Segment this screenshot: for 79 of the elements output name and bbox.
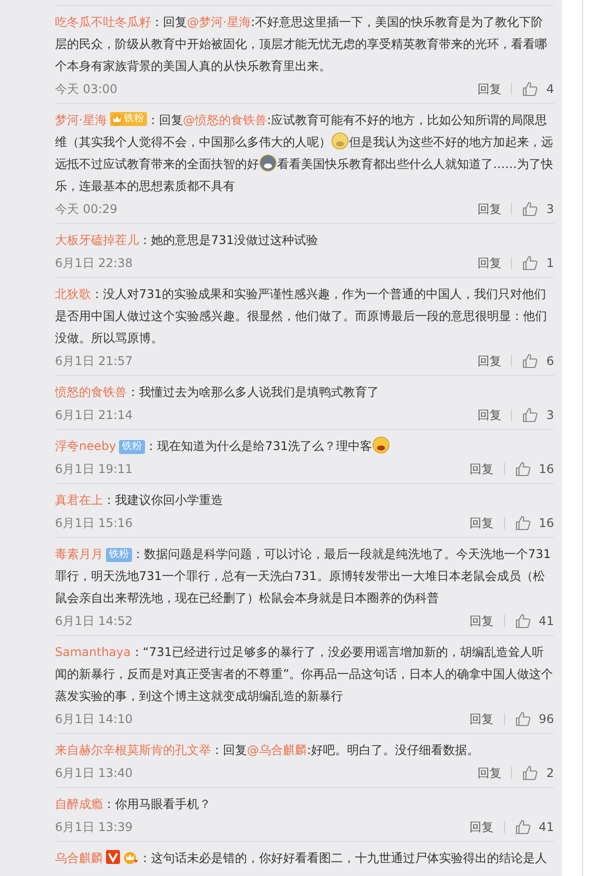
reply-link[interactable]: 回复 [470, 463, 505, 475]
thumbs-up-icon[interactable] [514, 613, 531, 629]
mention-link[interactable]: @乌合麒麟 [247, 743, 307, 757]
username-link[interactable]: 大板牙磕掉茬儿 [55, 233, 139, 247]
username-link[interactable]: 自醉成瘾 [55, 797, 103, 811]
thumbs-up-icon[interactable] [514, 711, 531, 727]
like-count: 41 [538, 820, 554, 834]
like-count: 16 [538, 462, 554, 476]
comment-text: 毒素月月 铁粉 ：数据问题是科学问题，可以讨论，最后一段就是纯洗地了。今天洗地一个731罪行，明天洗地731一个罪行，总有一天洗白731。原博转发带出一大堆日本老鼠会成员（松鼠会亲自出来帮洗地，现在已经删了）松鼠会本身就是日本圈养的伪科普 [55, 546, 552, 607]
like-count: 3 [546, 408, 554, 422]
comment-time: 6月1日 13:40 [55, 764, 134, 782]
like-count: 1 [546, 256, 554, 270]
reply-link[interactable]: 回复 [477, 767, 512, 779]
like-count: 3 [546, 202, 554, 216]
mention-link[interactable]: @梦河·星海 [187, 15, 251, 29]
reply-link[interactable]: 回复 [477, 355, 512, 367]
username-link[interactable]: 来自赫尔辛根莫斯肯的孔文举 [55, 743, 211, 757]
like-count: 2 [546, 766, 554, 780]
thumbs-up-icon[interactable] [522, 81, 538, 97]
comment-text: 北狄歌：没人对731的实验成果和实验严谨性感兴趣，作为一个普通的中国人，我们只对他们是否用中国人做过这个实验感兴趣。很显然，他们做了。而原博最后一段的意思很明显：他们没做。所以骂原博。 [55, 286, 548, 347]
reply-link[interactable]: 回复 [470, 615, 505, 627]
comment-time: 6月1日 13:39 [55, 818, 134, 836]
thumbs-up-icon[interactable] [522, 765, 538, 781]
comment-time: 6月1日 14:52 [55, 612, 134, 630]
username-link[interactable]: 乌合麒麟 [55, 851, 103, 865]
like-count: 6 [546, 354, 554, 368]
thumbs-up-icon[interactable] [522, 353, 538, 369]
comment-text: 梦河·星海 铁粉 ：回复@愤怒的食铁兽:应试教育可能有不好的地方，比如公知所谓的局限思维（其实我个人觉得不会，中国那么多伟大的人呢） 但是我认为这些不好的地方加起来，远远抵不过应试教育带来的全面扶智的好 看看美国快乐教育都出些什么人就知道了……为了快乐，连最基本的思想素质都不具有 [55, 111, 554, 195]
thumbs-up-icon[interactable] [514, 515, 531, 531]
comment-text: Samanthaya：“731已经进行过足够多的暴行了，没必要用谣言增加新的，胡编乱造耸人听闻的新暴行，反而是对真正受害者的不尊重”。你再品一品这句话，日本人的确拿中国人做这个蒸发实验的事，到这个博主这就变成胡编乱造的新暴行 [55, 644, 554, 705]
username-link[interactable]: 浮夸neeby [55, 439, 116, 453]
comment-text: 大板牙磕掉茬儿：她的意思是731没做过这种试验 [55, 232, 319, 249]
thumbs-up-icon[interactable] [514, 461, 531, 477]
comment-time: 6月1日 15:16 [55, 514, 134, 532]
comment-text: 来自赫尔辛根莫斯肯的孔文举：回复@乌合麒麟:好吧。明白了。没仔细看数据。 [55, 742, 480, 759]
username-link[interactable]: 梦河·星海 [55, 113, 107, 127]
reply-link[interactable]: 回复 [477, 409, 512, 421]
comment-time: 6月1日 22:38 [55, 254, 134, 272]
reply-link[interactable]: 回复 [477, 203, 512, 215]
username-link[interactable]: 真君在上 [55, 493, 103, 507]
mention-link[interactable]: @愤怒的食铁兽 [182, 113, 267, 127]
comment-time: 6月1日 21:57 [55, 352, 134, 370]
reply-link[interactable]: 回复 [477, 83, 512, 95]
comment-time: 今天 00:29 [55, 200, 118, 218]
reply-link[interactable]: 回复 [470, 713, 505, 725]
emoji-icon [259, 154, 277, 172]
comment-time: 今天 03:00 [55, 80, 118, 98]
thumbs-up-icon[interactable] [522, 255, 538, 271]
crown-icon [123, 850, 139, 864]
thumbs-up-icon[interactable] [514, 819, 531, 835]
reply-link[interactable]: 回复 [477, 257, 512, 269]
like-count: 96 [538, 712, 554, 726]
thumbs-up-icon[interactable] [522, 201, 538, 217]
comment-text: 浮夸neeby 铁粉 ：现在知道为什么是给731洗了么？理中客 [55, 435, 554, 457]
verified-icon [106, 850, 120, 864]
username-link[interactable]: 北狄歌 [55, 287, 91, 301]
reply-link[interactable]: 回复 [470, 517, 505, 529]
comment-time: 6月1日 19:11 [55, 460, 134, 478]
comment-text: 乌合麒麟 ：这句话未必是错的，你好好看看图二，十九世通过尸体实验得出的结论是人 [55, 849, 548, 867]
username-link[interactable]: Samanthaya [55, 645, 131, 659]
like-count: 41 [538, 614, 554, 628]
like-count: 16 [538, 516, 554, 530]
emoji-icon [372, 436, 390, 454]
comment-text: 自醉成瘾：你用马眼看手机？ [55, 796, 212, 813]
fan-badge: 铁粉 [106, 548, 132, 562]
username-link[interactable]: 毒素月月 [55, 547, 103, 561]
fan-badge: 铁粉 [110, 112, 147, 126]
comment-text: 愤怒的食铁兽：我懂过去为啥那么多人说我们是填鸭式教育了 [55, 384, 380, 401]
comment-time: 6月1日 21:14 [55, 406, 134, 424]
like-count: 4 [546, 82, 554, 96]
comment-text: 真君在上：我建议你回小学重造 [55, 492, 224, 509]
emoji-icon [331, 132, 349, 150]
username-link[interactable]: 吃冬瓜不吐冬瓜籽 [55, 15, 151, 29]
username-link[interactable]: 愤怒的食铁兽 [55, 385, 127, 399]
thumbs-up-icon[interactable] [522, 407, 538, 423]
fan-badge: 铁粉 [119, 440, 146, 454]
comment-text: 吃冬瓜不吐冬瓜籽：回复@梦河·星海:不好意思这里插一下，美国的快乐教育是为了教化下阶层的民众，阶级从教育中开始被固化，顶层才能无忧无虑的享受精英教育带来的光环，看看哪个本身有家族背景的美国人真的从快乐教育里出来。 [55, 14, 548, 75]
comment-time: 6月1日 14:10 [55, 710, 134, 728]
reply-link[interactable]: 回复 [470, 821, 505, 833]
